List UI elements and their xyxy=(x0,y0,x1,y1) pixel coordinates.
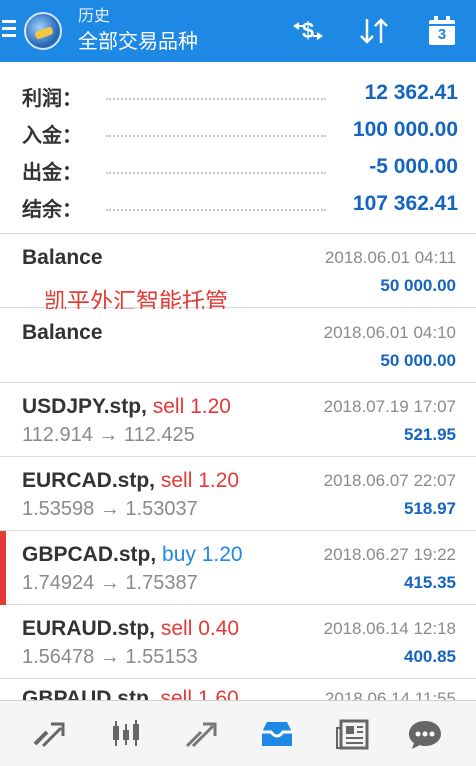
deal-profit: 50 000.00 xyxy=(380,276,456,295)
deal-symbol-line: USDJPY.stp, sell 1.20 xyxy=(22,395,231,419)
summary-row-deposit: 入金： 100 000.00 xyxy=(22,113,458,149)
chart-icon[interactable] xyxy=(100,711,150,757)
deal-profit: 518.97 xyxy=(404,499,456,518)
chat-icon[interactable] xyxy=(400,711,450,757)
deal-prices: 1.53598 → 1.53037 xyxy=(22,498,198,520)
list-item[interactable]: GBPCAD.stp, buy 1.20 1.74924 → 1.75387 2… xyxy=(0,531,476,605)
currency-exchange-icon[interactable]: $ xyxy=(288,14,328,48)
dotted-leader xyxy=(106,98,326,100)
deal-prices: 1.56478 → 1.55153 xyxy=(22,646,198,668)
deal-symbol-line: EURAUD.stp, sell 0.40 xyxy=(22,617,239,641)
deal-direction: sell 1.20 xyxy=(160,469,240,492)
deal-symbol: EURCAD.stp, xyxy=(22,469,156,492)
summary-value: 107 362.41 xyxy=(352,192,458,215)
deal-prices: 1.74924 → 1.75387 xyxy=(22,572,198,594)
deal-time: 2018.06.07 22:07 xyxy=(323,471,456,490)
deal-time: 2018.06.01 04:11 xyxy=(324,248,456,267)
deal-symbol: Balance xyxy=(22,246,103,269)
deal-symbol-line: GBPCAD.stp, buy 1.20 xyxy=(22,543,243,567)
deal-time: 2018.06.14 11:55 xyxy=(324,689,456,700)
menu-icon[interactable] xyxy=(2,20,16,42)
deal-direction: sell 1.60 xyxy=(160,687,239,700)
summary-label: 入金： xyxy=(22,125,82,147)
summary-value: 100 000.00 xyxy=(352,118,458,141)
symbol-filter-title[interactable]: 全部交易品种 xyxy=(78,30,198,54)
sort-icon[interactable] xyxy=(354,14,394,48)
deal-time: 2018.06.27 19:22 xyxy=(323,545,456,564)
deal-prices: 112.914 → 112.425 xyxy=(22,424,195,446)
app-bar: 历史 全部交易品种 $ 3 xyxy=(0,0,476,62)
list-item[interactable]: EURAUD.stp, sell 0.40 1.56478 → 1.55153 … xyxy=(0,605,476,679)
summary-value: -5 000.00 xyxy=(369,155,458,178)
summary-label: 利润： xyxy=(22,88,82,110)
list-item[interactable]: GBPAUD.stp, sell 1.60 2018.06.14 11:55 xyxy=(0,679,476,700)
bottom-navigation xyxy=(0,700,476,766)
account-summary: 利润： 12 362.41 入金： 100 000.00 出金： -5 000.… xyxy=(0,62,476,234)
summary-row-balance: 结余： 107 362.41 xyxy=(22,187,458,223)
news-icon[interactable] xyxy=(328,711,378,757)
calendar-icon[interactable]: 3 xyxy=(424,14,460,48)
header-subtitle: 历史 xyxy=(78,8,111,25)
deal-symbol: EURAUD.stp, xyxy=(22,617,156,640)
calendar-day: 3 xyxy=(437,26,447,43)
summary-label: 出金： xyxy=(22,162,82,184)
deal-direction: sell 0.40 xyxy=(160,617,240,640)
summary-label: 结余： xyxy=(22,199,82,221)
summary-row-profit: 利润： 12 362.41 xyxy=(22,76,458,112)
deal-symbol: GBPCAD.stp, xyxy=(22,543,157,566)
deal-symbol: USDJPY.stp, xyxy=(22,395,147,418)
dotted-leader xyxy=(106,172,326,174)
app-logo-icon[interactable] xyxy=(24,12,62,50)
summary-value: 12 362.41 xyxy=(364,81,458,104)
deal-symbol: GBPAUD.stp, xyxy=(22,687,155,700)
deal-direction: buy 1.20 xyxy=(162,543,243,566)
quotes-icon[interactable] xyxy=(24,711,74,757)
list-item[interactable]: EURCAD.stp, sell 1.20 1.53598 → 1.53037 … xyxy=(0,457,476,531)
deal-time: 2018.06.01 04:10 xyxy=(323,323,456,342)
selected-marker xyxy=(0,531,6,605)
deal-direction: sell 1.20 xyxy=(152,395,231,418)
deal-symbol: Balance xyxy=(22,321,103,344)
deal-profit: 415.35 xyxy=(404,573,456,592)
summary-row-withdrawal: 出金： -5 000.00 xyxy=(22,150,458,186)
deal-time: 2018.07.19 17:07 xyxy=(323,397,456,416)
deal-profit: 400.85 xyxy=(404,647,456,666)
deal-symbol-line: EURCAD.stp, sell 1.20 xyxy=(22,469,239,493)
deal-time: 2018.06.14 12:18 xyxy=(323,619,456,638)
dotted-leader xyxy=(106,135,326,137)
trade-icon[interactable] xyxy=(176,711,226,757)
deal-profit: 521.95 xyxy=(404,425,456,444)
deal-symbol-line: GBPAUD.stp, sell 1.60 xyxy=(22,687,239,700)
list-item[interactable]: Balance 2018.06.01 04:10 50 000.00 xyxy=(0,309,476,383)
dotted-leader xyxy=(106,209,326,211)
history-icon[interactable] xyxy=(252,711,302,757)
list-item[interactable]: USDJPY.stp, sell 1.20 112.914 → 112.425 … xyxy=(0,383,476,457)
deal-profit: 50 000.00 xyxy=(380,351,456,370)
svg-text:$: $ xyxy=(302,18,314,43)
